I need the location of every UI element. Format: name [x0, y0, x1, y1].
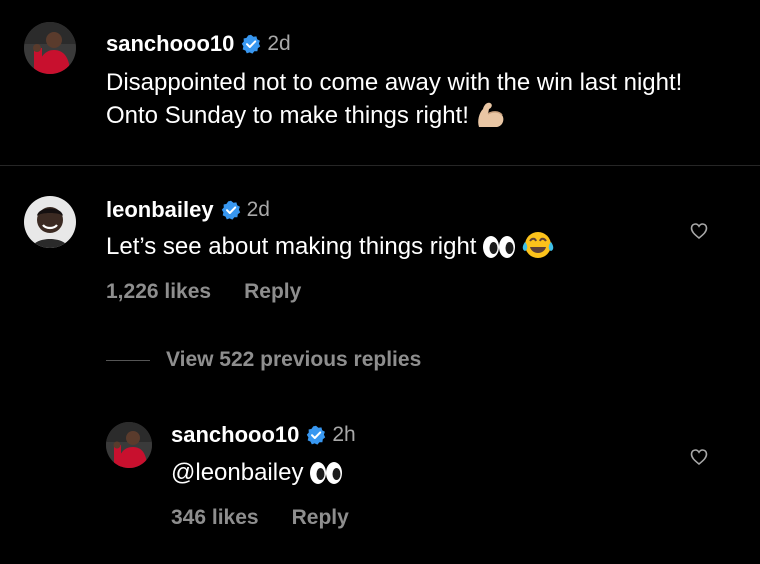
divider: [0, 165, 760, 166]
reply-button[interactable]: Reply: [244, 280, 301, 304]
reply-meta: 346 likes Reply: [171, 506, 349, 530]
face-with-tears-of-joy-emoji-icon: [522, 230, 554, 269]
timestamp: 2h: [332, 423, 356, 446]
verified-badge-icon: [307, 425, 326, 445]
flexed-biceps-emoji-icon: [475, 99, 507, 138]
reply-header: sanchooo10 2h: [171, 422, 356, 448]
caption-text: Disappointed not to come away with the w…: [106, 69, 683, 129]
timestamp: 2d: [267, 32, 291, 55]
heart-outline-icon[interactable]: [690, 222, 708, 240]
username[interactable]: leonbailey: [106, 197, 214, 223]
caption-header: sanchooo10 2d: [106, 31, 291, 57]
heart-outline-icon[interactable]: [690, 448, 708, 466]
eyes-emoji-icon: [482, 234, 516, 269]
comment-meta: 1,226 likes Reply: [106, 280, 301, 304]
caption-text-block: Disappointed not to come away with the w…: [106, 66, 726, 138]
comment-text-block: Let’s see about making things right: [106, 230, 666, 269]
comment-text: Let’s see about making things right: [106, 233, 477, 260]
username[interactable]: sanchooo10: [106, 31, 234, 57]
avatar[interactable]: [24, 22, 76, 74]
view-replies-label[interactable]: View 522 previous replies: [166, 348, 421, 372]
comment-header: leonbailey 2d: [106, 197, 270, 223]
view-previous-replies[interactable]: View 522 previous replies: [106, 348, 421, 372]
timestamp: 2d: [246, 198, 270, 221]
eyes-emoji-icon: [309, 460, 343, 495]
verified-badge-icon: [242, 34, 261, 54]
avatar[interactable]: [24, 196, 76, 248]
username[interactable]: sanchooo10: [171, 422, 299, 448]
verified-badge-icon: [221, 200, 240, 220]
likes-count[interactable]: 1,226 likes: [106, 280, 211, 304]
likes-count[interactable]: 346 likes: [171, 506, 259, 530]
reply-button[interactable]: Reply: [292, 506, 349, 530]
reply-text-block: @leonbailey: [171, 456, 651, 495]
avatar[interactable]: [106, 422, 152, 468]
divider-line: [106, 359, 150, 361]
reply-text: @leonbailey: [171, 459, 304, 486]
